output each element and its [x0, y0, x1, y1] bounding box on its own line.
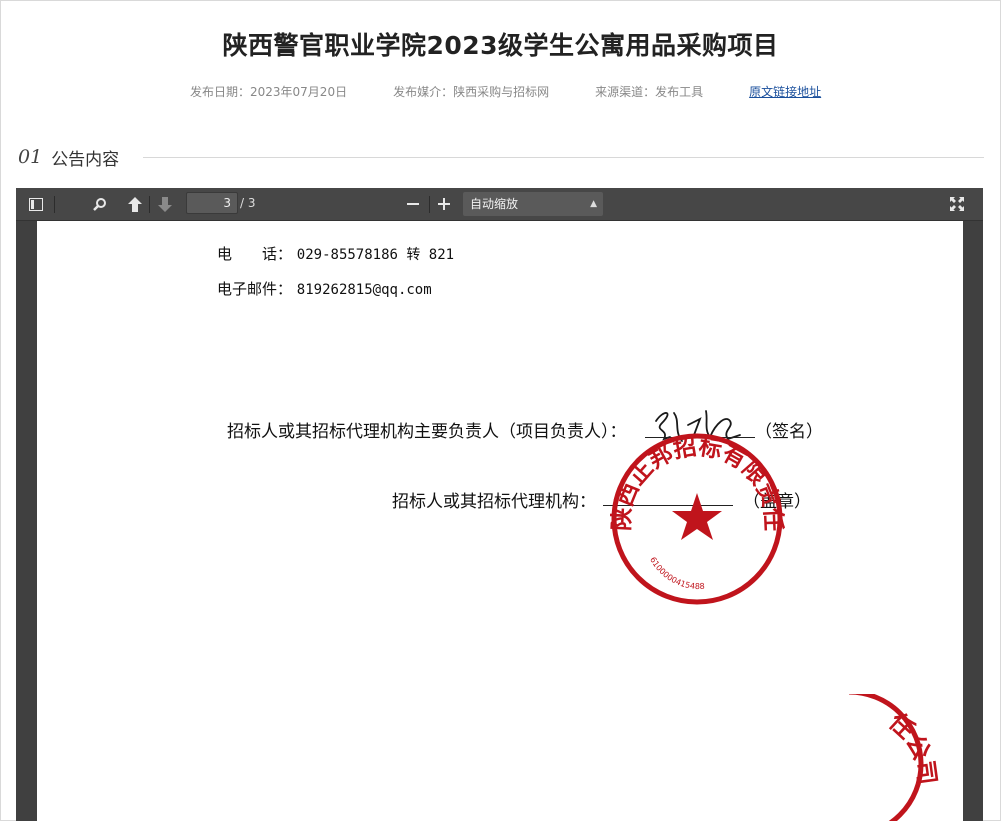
section-divider — [143, 156, 984, 158]
fullscreen-icon[interactable] — [946, 193, 968, 215]
publish-media: 发布媒介：陕西采购与招标网 — [393, 85, 550, 99]
chevron-updown-icon: ▲ — [590, 199, 597, 209]
responsible-row: 招标人或其招标代理机构主要负责人（项目负责人）： — [227, 417, 627, 442]
publish-date: 发布日期：2023年07月20日 — [190, 85, 348, 99]
next-page-icon[interactable] — [154, 193, 176, 215]
phone-value: 029-85578186 转 821 — [296, 247, 455, 263]
pdf-viewer: 3 / 3 自动缩放 ▲ 电 话： 029-85578186 转 821 电子邮… — [16, 188, 983, 821]
zoom-out-icon[interactable] — [402, 193, 424, 215]
meta-info: 发布日期：2023年07月20日 发布媒介：陕西采购与招标网 来源渠道：发布工具… — [190, 83, 821, 100]
zoom-in-icon[interactable] — [433, 193, 455, 215]
search-icon[interactable] — [89, 193, 111, 215]
partial-seal: 任公司 — [849, 694, 943, 821]
pdf-toolbar: 3 / 3 自动缩放 ▲ — [16, 188, 983, 221]
zoom-select[interactable]: 自动缩放 ▲ — [463, 192, 603, 216]
toolbar-separator — [429, 196, 430, 213]
svg-text:任公司: 任公司 — [883, 706, 943, 786]
phone-row: 电 话： 029-85578186 转 821 — [217, 243, 454, 264]
section-title: 公告内容 — [51, 149, 120, 170]
email-label: 电子邮件： — [217, 280, 293, 298]
toolbar-separator — [149, 196, 150, 213]
pdf-page: 电 话： 029-85578186 转 821 电子邮件： 819262815@… — [37, 221, 963, 821]
email-row: 电子邮件： 819262815@qq.com — [217, 278, 432, 299]
section-number: 01 — [18, 146, 43, 168]
sidebar-toggle-icon[interactable] — [25, 193, 47, 215]
section-header: 01 公告内容 — [18, 144, 984, 170]
email-value: 819262815@qq.com — [296, 282, 432, 298]
page-number-input[interactable]: 3 — [186, 192, 238, 214]
page-title: 陕西警官职业学院2023级学生公寓用品采购项目 — [222, 31, 779, 60]
seal2-text: 任公司 — [883, 706, 943, 786]
previous-page-icon[interactable] — [124, 193, 146, 215]
org-label: 招标人或其招标代理机构： — [392, 492, 596, 512]
zoom-value: 自动缩放 — [470, 197, 519, 211]
seal-star-icon — [672, 493, 722, 540]
company-seal: 陕西正邦招标有限责任公司 6100000415488 — [610, 431, 785, 605]
seal-number: 6100000415488 — [648, 556, 705, 592]
source-channel: 来源渠道：发布工具 — [595, 85, 704, 99]
phone-label: 电 话： — [217, 245, 293, 263]
responsible-label: 招标人或其招标代理机构主要负责人（项目负责人）： — [227, 422, 627, 442]
page-total: / 3 — [240, 196, 256, 210]
source-link[interactable]: 原文链接地址 — [749, 83, 821, 100]
toolbar-separator — [54, 196, 55, 213]
svg-text:6100000415488: 6100000415488 — [648, 556, 705, 592]
